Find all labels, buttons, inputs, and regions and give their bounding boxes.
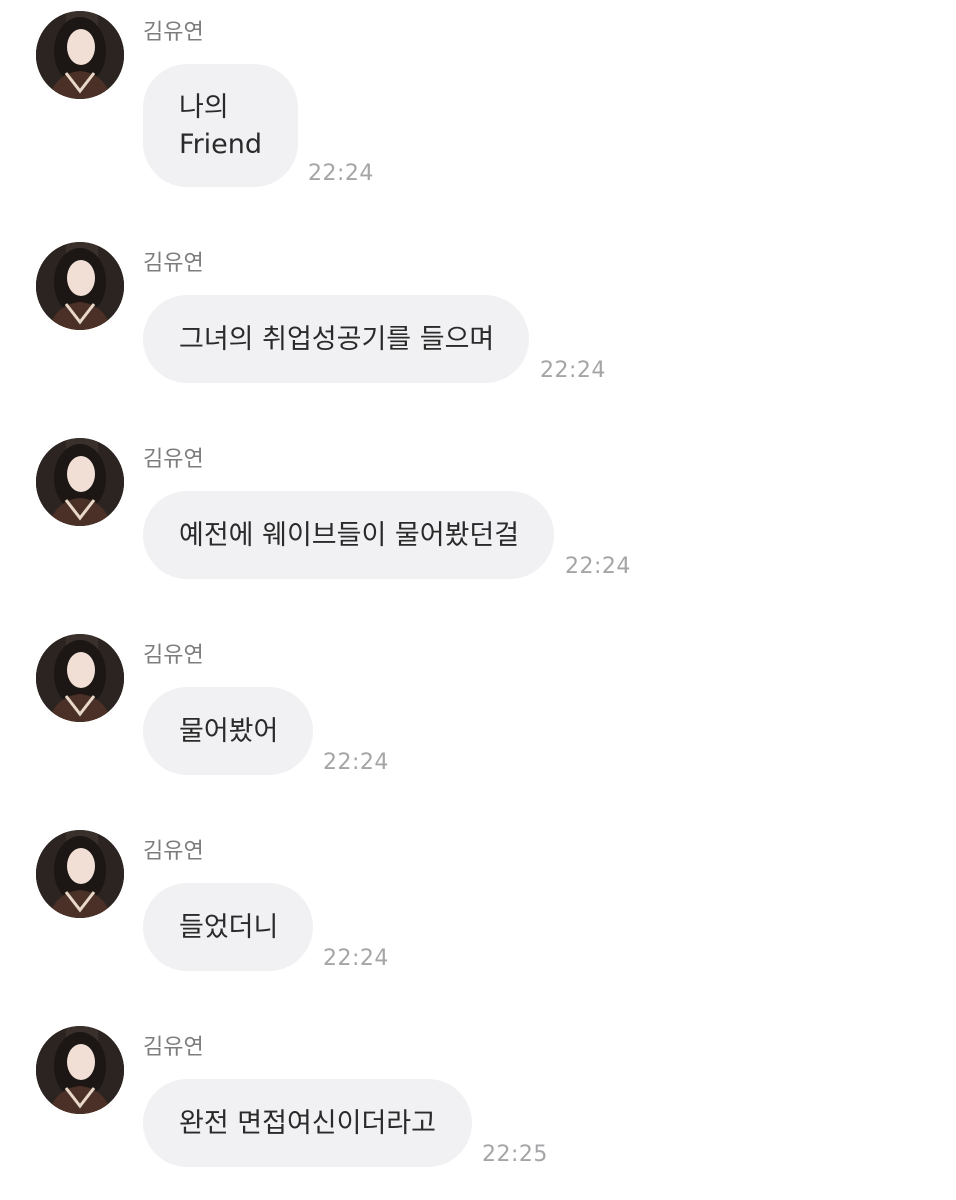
avatar[interactable] (36, 1026, 124, 1114)
avatar[interactable] (36, 634, 124, 722)
sender-name: 김유연 (143, 643, 204, 668)
avatar-image (36, 242, 124, 330)
sender-name: 김유연 (143, 251, 204, 276)
message-text: 들었더니 (179, 911, 279, 943)
avatar-image (36, 1026, 124, 1114)
chat-message: 김유연 들었더니 22:24 (0, 830, 956, 990)
message-text: 물어봤어 (179, 715, 279, 747)
sender-name: 김유연 (143, 447, 204, 472)
avatar-image (36, 634, 124, 722)
message-timestamp: 22:25 (482, 1142, 548, 1167)
avatar[interactable] (36, 438, 124, 526)
message-timestamp: 22:24 (308, 161, 374, 186)
message-text: 예전에 웨이브들이 물어봤던걸 (179, 519, 520, 551)
message-text-line: 나의 (179, 91, 229, 123)
sender-name: 김유연 (143, 1035, 204, 1060)
avatar-image (36, 11, 124, 99)
message-bubble[interactable]: 물어봤어 (143, 687, 313, 775)
chat-message: 김유연 물어봤어 22:24 (0, 634, 956, 794)
message-bubble[interactable]: 예전에 웨이브들이 물어봤던걸 (143, 491, 554, 579)
message-bubble[interactable]: 그녀의 취업성공기를 들으며 (143, 295, 529, 383)
message-timestamp: 22:24 (323, 946, 389, 971)
chat-message: 김유연 예전에 웨이브들이 물어봤던걸 22:24 (0, 438, 956, 598)
message-bubble[interactable]: 들었더니 (143, 883, 313, 971)
message-text: 그녀의 취업성공기를 들으며 (179, 323, 495, 355)
avatar-image (36, 438, 124, 526)
sender-name: 김유연 (143, 839, 204, 864)
chat-message: 김유연 그녀의 취업성공기를 들으며 22:24 (0, 242, 956, 402)
chat-message: 김유연 완전 면접여신이더라고 22:25 (0, 1026, 956, 1186)
avatar[interactable] (36, 11, 124, 99)
message-timestamp: 22:24 (323, 750, 389, 775)
message-timestamp: 22:24 (565, 554, 631, 579)
message-text-line: Friend (179, 128, 263, 160)
message-text: 완전 면접여신이더라고 (179, 1107, 436, 1139)
avatar-image (36, 830, 124, 918)
avatar[interactable] (36, 830, 124, 918)
chat-message: 김유연 나의 Friend 22:24 (0, 11, 956, 187)
message-bubble[interactable]: 완전 면접여신이더라고 (143, 1079, 472, 1167)
sender-name: 김유연 (143, 20, 204, 45)
message-timestamp: 22:24 (540, 358, 606, 383)
message-bubble[interactable]: 나의 Friend (143, 64, 298, 187)
avatar[interactable] (36, 242, 124, 330)
